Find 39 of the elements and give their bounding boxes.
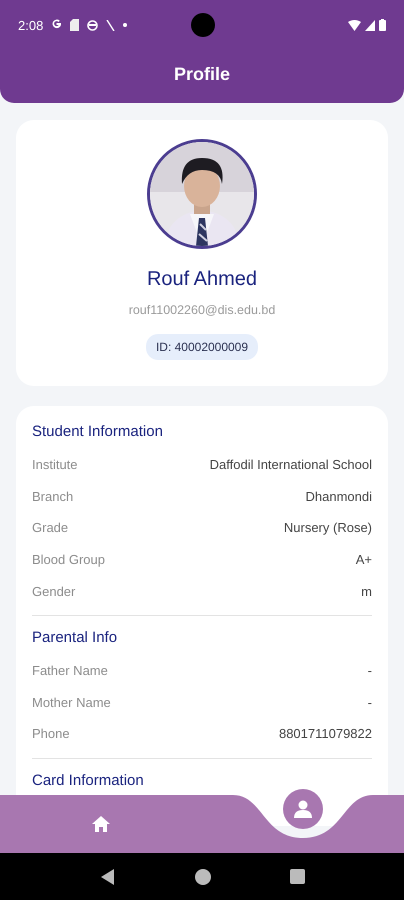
field-label: Blood Group [32,552,105,568]
student-name: Rouf Ahmed [146,268,258,291]
field-label: Father Name [32,663,108,678]
home-icon [92,816,110,832]
notification-icon [87,20,98,30]
id-badge: ID: 40002000009 [146,334,258,360]
camera-hole-icon [191,13,215,37]
battery-icon [379,19,386,31]
slash-icon [106,20,116,30]
field-value: Dhanmondi [306,488,372,504]
screen-title: Profile [174,64,230,85]
field-label: Grade [32,520,68,536]
field-label: Institute [32,457,78,472]
field-value: - [368,663,372,678]
student-email: rouf11002260@dis.edu.bd [128,303,276,317]
field-value: 8801711079822 [278,726,372,742]
field-value: A+ [356,552,372,568]
home-icon[interactable] [194,868,210,884]
recents-icon[interactable] [290,869,304,884]
signal-icon [365,20,375,30]
back-icon[interactable] [100,868,116,884]
wifi-icon [348,20,361,30]
field-label: Phone [32,726,70,742]
section-title: Student Information [32,423,163,440]
nav-tab[interactable] [92,816,110,832]
field-value: - [368,694,372,710]
dot-icon [123,23,128,27]
field-label: Gender [32,584,76,599]
field-value: m [361,584,372,599]
notification-icon [51,19,62,31]
status-time: 2:08 [18,18,44,32]
section-title: Card Information [32,772,144,789]
field-label: Branch [32,488,74,504]
field-label: Mother Name [32,694,111,710]
sim-card-icon [70,19,80,31]
person-icon [293,800,313,818]
field-value: Daffodil International School [210,457,372,472]
section-title: Parental Info [32,628,118,646]
field-value: Nursery (Rose) [284,520,372,536]
